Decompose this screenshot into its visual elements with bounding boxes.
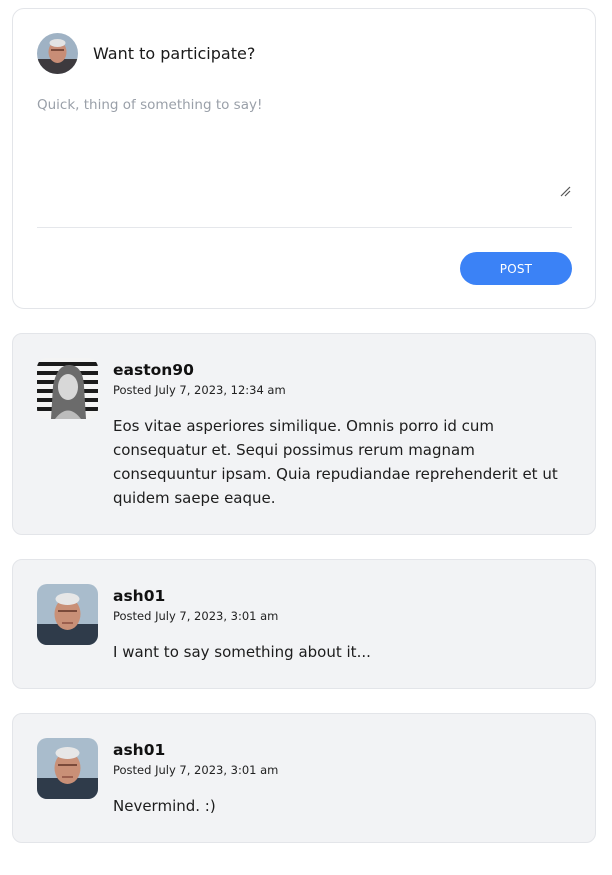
composer-title: Want to participate? — [93, 44, 256, 63]
comment-card: easton90 Posted July 7, 2023, 12:34 am E… — [12, 333, 596, 535]
post-button[interactable]: POST — [460, 252, 572, 285]
comment-body: I want to say something about it... — [113, 643, 371, 661]
comment-body: Eos vitae asperiores similique. Omnis po… — [113, 417, 558, 507]
user-avatar — [37, 33, 78, 74]
author-avatar — [37, 358, 98, 419]
comment-date: Posted July 7, 2023, 3:01 am — [113, 763, 279, 777]
author-avatar — [37, 584, 98, 645]
comment-card: ash01 Posted July 7, 2023, 3:01 am I wan… — [12, 559, 596, 689]
comment-author[interactable]: ash01 — [113, 740, 165, 760]
comment-date: Posted July 7, 2023, 12:34 am — [113, 383, 286, 397]
comment-input[interactable] — [37, 97, 573, 199]
comment-card: ash01 Posted July 7, 2023, 3:01 am Never… — [12, 713, 596, 843]
comment-author[interactable]: ash01 — [113, 586, 165, 606]
author-avatar — [37, 738, 98, 799]
comment-body: Nevermind. :) — [113, 797, 216, 815]
comment-author[interactable]: easton90 — [113, 360, 194, 380]
comment-composer: Want to participate? POST — [12, 8, 596, 309]
divider — [37, 227, 572, 228]
resize-handle-icon[interactable] — [559, 185, 571, 197]
comment-date: Posted July 7, 2023, 3:01 am — [113, 609, 279, 623]
